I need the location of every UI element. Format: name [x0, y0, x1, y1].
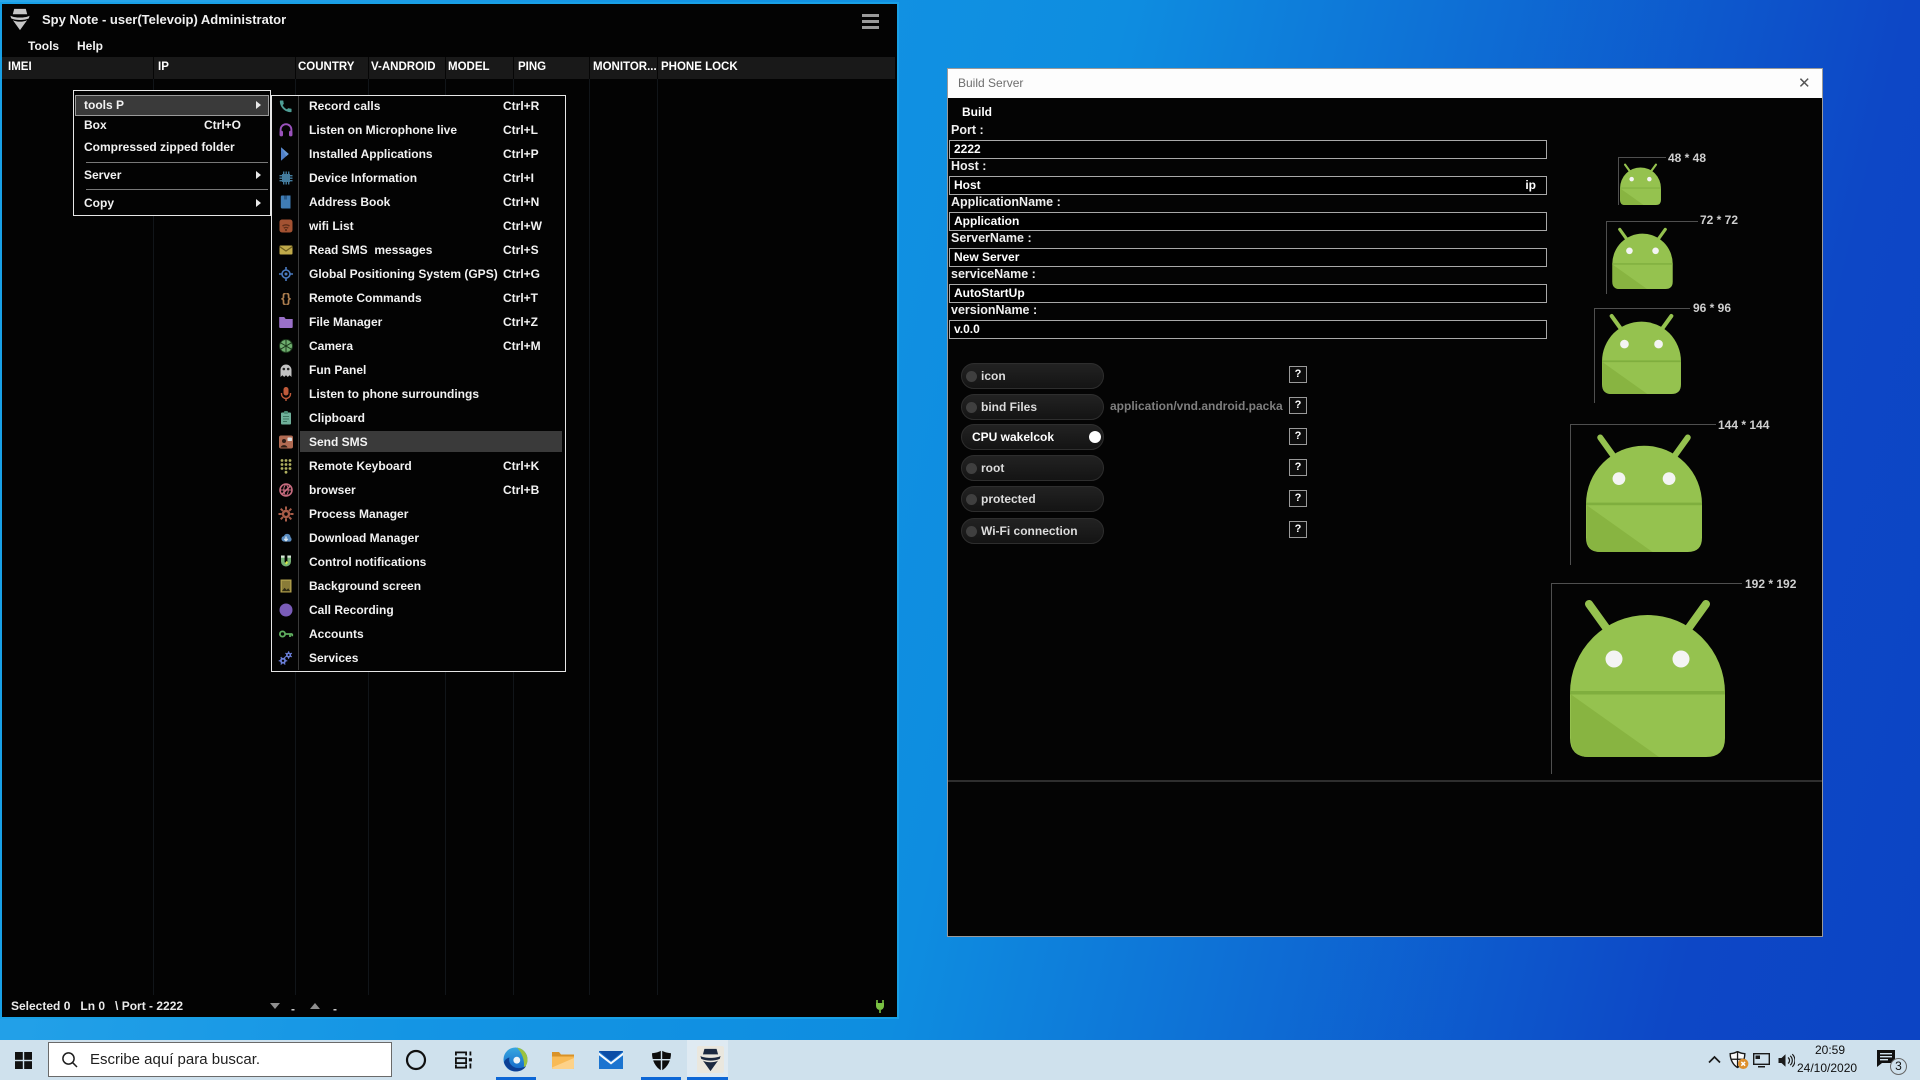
svg-text:{}: {} — [281, 291, 291, 306]
